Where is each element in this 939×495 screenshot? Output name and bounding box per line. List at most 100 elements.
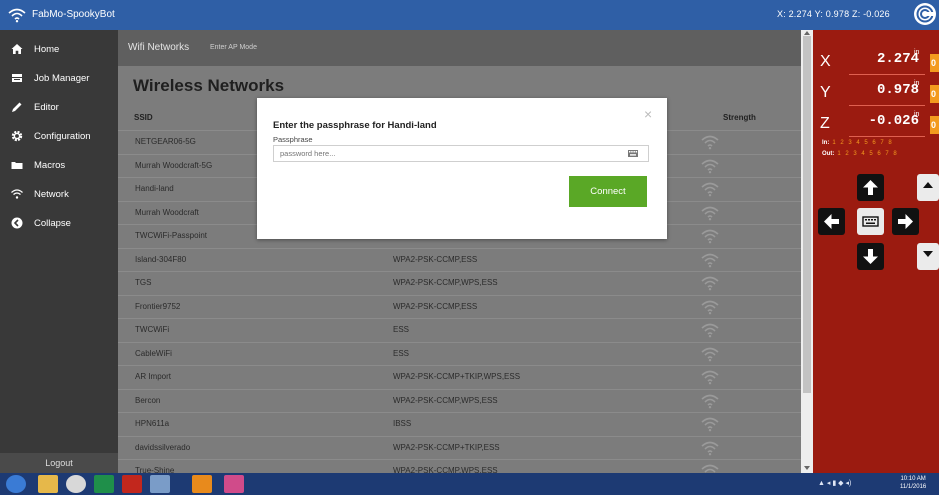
network-ssid: AR Import	[135, 372, 172, 381]
network-ssid: Frontier9752	[135, 301, 181, 311]
network-ssid: Handi-land	[135, 184, 174, 193]
network-security: WPA2-PSK-CCMP,WPS,ESS	[393, 466, 498, 473]
arrow-up-icon	[863, 180, 878, 195]
table-row[interactable]: CableWiFi ESS	[118, 341, 801, 366]
sidebar: Home Job Manager Editor Configuration Ma…	[0, 30, 118, 473]
caret-down-icon	[923, 251, 933, 257]
sidebar-item-label: Editor	[34, 102, 59, 113]
table-row[interactable]: TWCWiFi ESS	[118, 318, 801, 342]
jog-x-plus-button[interactable]	[892, 208, 919, 235]
network-security: WPA2-PSK-CCMP+TKIP,WPS,ESS	[393, 372, 521, 381]
powerpoint-icon[interactable]	[122, 475, 142, 493]
jog-keypad-button[interactable]	[857, 208, 884, 235]
wifi-icon	[8, 8, 26, 23]
network-security: ESS	[393, 325, 410, 334]
fabmo-logo-icon[interactable]	[914, 3, 936, 25]
position-readout: X: 2.274 Y: 0.978 Z: -0.026	[777, 9, 890, 19]
top-bar: FabMo-SpookyBot X: 2.274 Y: 0.978 Z: -0.…	[0, 0, 939, 30]
logout-button[interactable]: Logout	[0, 453, 118, 473]
table-row[interactable]: Bercon WPA2-PSK-CCMP,WPS,ESS	[118, 388, 801, 413]
signal-strength-icon	[701, 228, 719, 244]
app-window: FabMo-SpookyBot X: 2.274 Y: 0.978 Z: -0.…	[0, 0, 939, 495]
app-icon[interactable]	[192, 475, 212, 493]
arrow-down-icon	[863, 249, 878, 264]
folder-icon	[11, 162, 23, 169]
network-ssid: Murrah Woodcraft-5G	[135, 160, 213, 170]
outputs-indicator: Out: 1 2 3 4 5 6 7 8	[822, 151, 898, 157]
axis-y-readout: Y 0.978 in 0	[813, 77, 939, 111]
axis-unit: in	[914, 49, 920, 56]
file-explorer-icon[interactable]	[38, 475, 58, 493]
system-tray-icons[interactable]: ▲ ◂ ▮ ◆ ◂)	[818, 479, 851, 487]
signal-strength-icon	[701, 299, 719, 315]
signal-strength-icon	[701, 440, 719, 456]
taskbar-clock[interactable]: 10:10 AM 11/1/2016	[900, 475, 926, 491]
network-ssid: Bercon	[135, 395, 161, 405]
table-row[interactable]: True-Shine WPA2-PSK-CCMP,WPS,ESS	[118, 459, 801, 473]
network-ssid: TWCWiFi	[135, 325, 170, 334]
axis-x-readout: X 2.274 in 0	[813, 46, 939, 80]
excel-icon[interactable]	[94, 475, 114, 493]
sidebar-item-home[interactable]: Home	[0, 35, 118, 64]
tab-enter-ap-mode[interactable]: Enter AP Mode	[210, 44, 257, 51]
sidebar-item-label: Network	[34, 189, 69, 200]
keyboard-icon	[862, 216, 879, 227]
divider	[849, 136, 925, 137]
table-row[interactable]: Frontier9752 WPA2-PSK-CCMP,ESS	[118, 294, 801, 319]
divider	[849, 74, 925, 75]
sidebar-item-editor[interactable]: Editor	[0, 93, 118, 122]
sidebar-item-label: Job Manager	[34, 73, 90, 84]
jog-x-minus-button[interactable]	[818, 208, 845, 235]
tab-wifi-networks[interactable]: Wifi Networks	[128, 42, 189, 53]
network-security: WPA2-PSK-CCMP,WPS,ESS	[393, 278, 498, 287]
axis-value: 0.978	[876, 82, 919, 98]
table-row[interactable]: davidssilverado WPA2-PSK-CCMP+TKIP,ESS	[118, 435, 801, 460]
zero-z-button[interactable]: 0	[930, 116, 939, 134]
jog-z-minus-button[interactable]	[917, 243, 939, 270]
signal-strength-icon	[701, 205, 719, 221]
pencil-icon	[12, 102, 22, 112]
network-ssid: True-Shine	[135, 466, 175, 473]
sidebar-item-network[interactable]: Network	[0, 180, 118, 209]
app-icon[interactable]	[150, 475, 170, 493]
column-header-ssid: SSID	[134, 113, 153, 122]
signal-strength-icon	[701, 393, 719, 409]
dialog-title: Enter the passphrase for Handi-land	[273, 120, 437, 131]
passphrase-label: Passphrase	[273, 135, 313, 144]
table-row[interactable]: AR Import WPA2-PSK-CCMP+TKIP,WPS,ESS	[118, 365, 801, 389]
chrome-icon[interactable]	[66, 475, 86, 493]
caret-up-icon	[923, 182, 933, 188]
sidebar-item-job-manager[interactable]: Job Manager	[0, 64, 118, 93]
table-row[interactable]: HPN611a IBSS	[118, 412, 801, 436]
wifi-icon	[11, 189, 23, 199]
sidebar-item-label: Macros	[34, 160, 66, 171]
passphrase-input[interactable]	[273, 145, 649, 162]
axis-value: 2.274	[876, 51, 919, 67]
network-ssid: davidssilverado	[135, 442, 191, 452]
jog-y-plus-button[interactable]	[857, 174, 884, 201]
signal-strength-icon	[701, 134, 719, 150]
table-row[interactable]: TGS WPA2-PSK-CCMP,WPS,ESS	[118, 271, 801, 295]
scroll-down-icon[interactable]	[802, 465, 812, 471]
inputs-values: 1 2 3 4 5 6 7 8	[832, 140, 894, 146]
main-content: Wifi Networks Enter AP Mode Wireless Net…	[118, 30, 813, 473]
signal-strength-icon	[701, 158, 719, 174]
jog-z-plus-button[interactable]	[917, 174, 939, 201]
keyboard-icon[interactable]	[628, 150, 638, 157]
close-icon[interactable]: ×	[644, 107, 652, 121]
zero-y-button[interactable]: 0	[930, 85, 939, 103]
axis-label: Y	[820, 84, 831, 101]
app-icon[interactable]	[224, 475, 244, 493]
start-button-icon[interactable]	[6, 475, 26, 493]
sidebar-item-configuration[interactable]: Configuration	[0, 122, 118, 151]
axis-z-readout: Z -0.026 in 0	[813, 108, 939, 142]
sidebar-item-macros[interactable]: Macros	[0, 151, 118, 180]
sidebar-item-collapse[interactable]: Collapse	[0, 209, 118, 238]
zero-x-button[interactable]: 0	[930, 54, 939, 72]
arrow-left-icon	[824, 214, 839, 229]
table-row[interactable]: Island-304F80 WPA2-PSK-CCMP,ESS	[118, 247, 801, 272]
scrollbar-thumb[interactable]	[803, 36, 811, 393]
network-security: WPA2-PSK-CCMP,ESS	[393, 254, 478, 264]
connect-button[interactable]: Connect	[569, 176, 647, 207]
jog-y-minus-button[interactable]	[857, 243, 884, 270]
